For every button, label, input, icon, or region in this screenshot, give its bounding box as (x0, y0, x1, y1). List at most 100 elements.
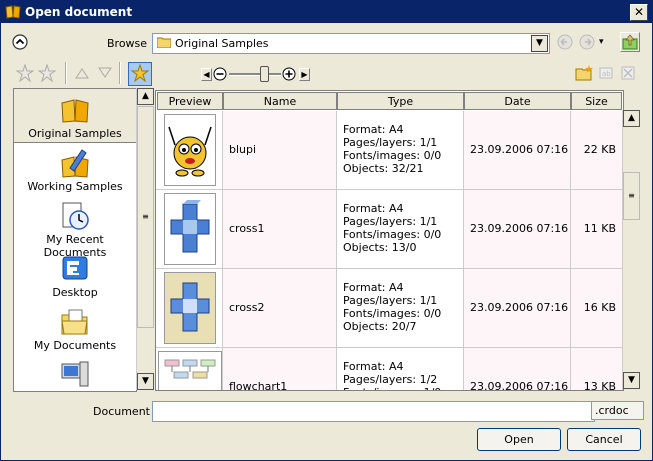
date-cell: 23.09.2006 07:16 (464, 111, 571, 189)
chevron-down-icon[interactable]: ▼ (531, 35, 548, 52)
zoom-slider-thumb[interactable] (260, 66, 269, 82)
nav-label: Original Samples (28, 127, 122, 140)
preview-thumbnail (158, 351, 222, 390)
zoom-in-icon[interactable] (282, 67, 296, 81)
preview-cell (156, 111, 223, 189)
window-title: Open document (25, 5, 133, 19)
scroll-thumb[interactable]: ≡ (623, 172, 640, 220)
my-documents-folder-icon (61, 309, 88, 335)
file-list: Preview Name Type Date Size blupi Format… (155, 90, 624, 391)
type-cell: Format: A4 Pages/layers: 1/1 Fonts/image… (337, 111, 464, 189)
back-arrow-icon[interactable] (557, 34, 573, 50)
table-row[interactable]: cross1 Format: A4 Pages/layers: 1/1 Font… (156, 190, 623, 269)
move-up-icon[interactable] (75, 67, 89, 79)
scroll-up-button[interactable]: ▲ (137, 88, 154, 105)
name-cell: cross2 (223, 269, 337, 347)
column-header-date[interactable]: Date (464, 92, 571, 110)
favorite-add-icon[interactable] (15, 63, 35, 83)
zoom-slider-track[interactable] (229, 73, 281, 76)
column-header-type[interactable]: Type (337, 92, 464, 110)
preview-cell (156, 190, 223, 268)
book-icon (5, 5, 21, 19)
type-pages: Pages/layers: 1/1 (343, 215, 438, 228)
type-pages: Pages/layers: 1/2 (343, 373, 438, 386)
move-down-icon[interactable] (98, 67, 112, 79)
document-name-input[interactable] (152, 401, 595, 422)
size-cell: 22 KB (571, 111, 623, 189)
browse-path: Original Samples (175, 37, 269, 50)
name-cell: blupi (223, 111, 337, 189)
up-circle-icon[interactable] (12, 34, 28, 50)
column-header-preview[interactable]: Preview (157, 92, 223, 110)
cancel-button[interactable]: Cancel (567, 428, 641, 451)
preview-cell (156, 269, 223, 347)
type-format: Format: A4 (343, 360, 404, 373)
open-document-dialog: Open document ✕ Browse Original Samples … (0, 0, 653, 461)
scroll-up-button[interactable]: ▲ (623, 110, 640, 127)
preview-thumbnail (164, 114, 216, 186)
nav-item-desktop[interactable]: Desktop (14, 248, 136, 301)
nav-label: Working Samples (27, 180, 123, 193)
date-cell: 23.09.2006 07:16 (464, 190, 571, 268)
favorite-remove-icon[interactable] (37, 63, 57, 83)
cross-thumbnail-icon (170, 200, 210, 253)
preview-cell (156, 348, 223, 390)
scroll-down-button[interactable]: ▼ (137, 373, 154, 390)
size-cell: 11 KB (571, 190, 623, 268)
preview-thumbnail (164, 193, 216, 265)
type-format: Format: A4 (343, 281, 404, 294)
computer-icon (61, 361, 89, 387)
nav-item-my-recent-documents[interactable]: My Recent Documents (14, 195, 136, 259)
file-list-scrollbar[interactable]: ▲ ≡ ▼ (622, 110, 640, 389)
browse-label: Browse (107, 37, 148, 50)
name-cell: cross1 (223, 190, 337, 268)
nav-label: Desktop (52, 286, 98, 299)
type-cell: Format: A4 Pages/layers: 1/1 Fonts/image… (337, 269, 464, 347)
type-cell: Format: A4 Pages/layers: 1/2 Fonts/image… (337, 348, 464, 390)
name-cell: flowchart1 (223, 348, 337, 390)
flowchart-thumbnail-icon (164, 359, 216, 379)
zoom-out-icon[interactable] (213, 67, 227, 81)
type-fonts: Fonts/images: 0/0 (343, 149, 442, 162)
favorites-toggle-button[interactable] (128, 62, 152, 86)
rename-icon[interactable]: ab (598, 65, 614, 81)
book-pen-icon (61, 149, 89, 178)
zoom-right-button[interactable]: ▶ (299, 68, 310, 81)
places-panel: Original Samples Working Samples My Rece… (13, 88, 137, 392)
new-folder-icon[interactable] (575, 65, 593, 81)
document-label: Document (93, 405, 150, 418)
table-row[interactable]: blupi Format: A4 Pages/layers: 1/1 Fonts… (156, 111, 623, 190)
cross-thumbnail-icon (165, 273, 215, 343)
table-row[interactable]: cross2 Format: A4 Pages/layers: 1/1 Font… (156, 269, 623, 348)
nav-label: My Documents (33, 339, 117, 352)
places-scrollbar[interactable]: ▲ ≡ ▼ (136, 88, 154, 390)
scroll-thumb[interactable]: ≡ (137, 106, 154, 328)
type-objects: Objects: 32/21 (343, 162, 424, 175)
delete-icon[interactable] (620, 65, 636, 81)
history-chevron-down-icon[interactable]: ▾ (599, 37, 604, 47)
open-button[interactable]: Open (477, 428, 561, 451)
nav-item-original-samples[interactable]: Original Samples (14, 89, 136, 143)
parent-folder-icon[interactable] (620, 32, 640, 52)
type-pages: Pages/layers: 1/1 (343, 136, 438, 149)
column-header-size[interactable]: Size (571, 92, 622, 110)
nav-item-my-computer[interactable] (14, 354, 136, 391)
open-book-icon (61, 99, 89, 123)
svg-text:ab: ab (602, 70, 611, 78)
forward-arrow-icon[interactable] (579, 34, 595, 50)
type-format: Format: A4 (343, 123, 404, 136)
extension-field: .crdoc (591, 401, 644, 420)
toolbar-separator (65, 62, 67, 84)
size-cell: 13 KB (571, 348, 623, 390)
type-fonts: Fonts/images: 1/0 (343, 386, 463, 390)
nav-item-my-documents[interactable]: My Documents (14, 301, 136, 354)
table-row[interactable]: flowchart1 Format: A4 Pages/layers: 1/2 … (156, 348, 623, 390)
nav-item-working-samples[interactable]: Working Samples (14, 142, 136, 195)
scroll-down-button[interactable]: ▼ (623, 372, 640, 389)
desktop-icon (62, 256, 88, 280)
browse-combo[interactable]: Original Samples ▼ (152, 33, 550, 54)
close-button[interactable]: ✕ (630, 4, 648, 21)
toolbar-separator (119, 62, 121, 84)
column-header-name[interactable]: Name (223, 92, 337, 110)
zoom-left-button[interactable]: ◀ (201, 68, 212, 81)
